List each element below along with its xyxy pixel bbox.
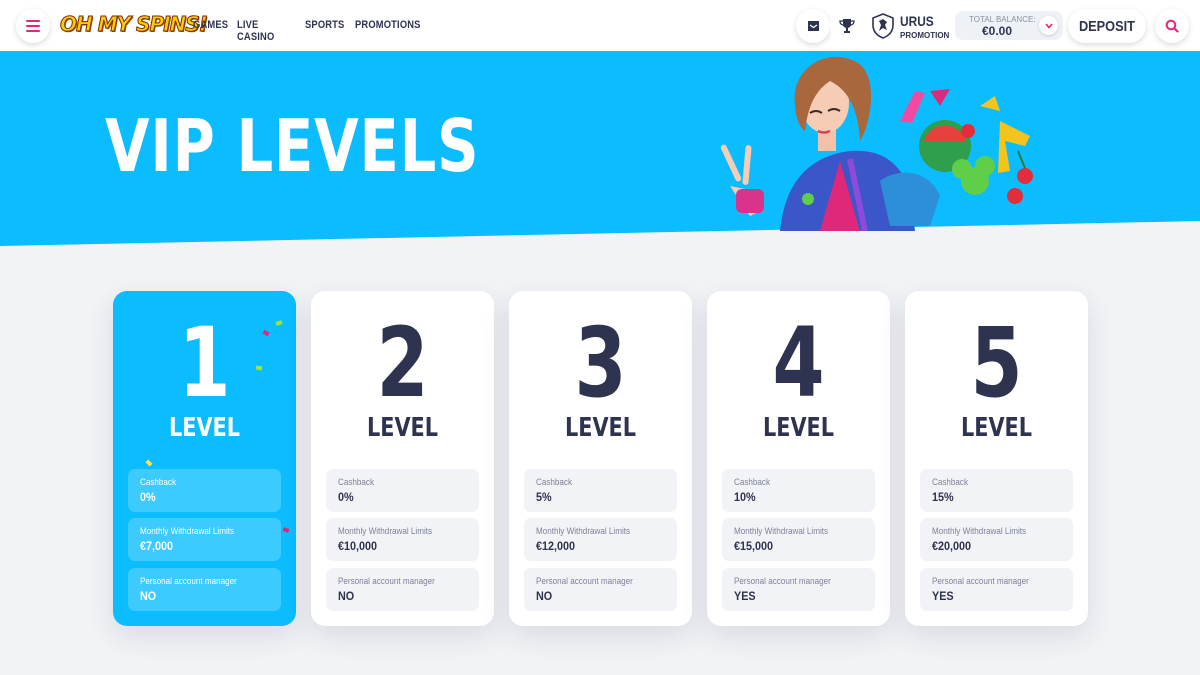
account-manager-label: Personal account manager: [140, 576, 237, 586]
withdrawal-limit-label: Monthly Withdrawal Limits: [734, 526, 829, 536]
withdrawal-limit-value: €20,000: [932, 539, 972, 553]
nav-games[interactable]: GAMES: [193, 19, 228, 43]
shield-rank-icon: [872, 13, 894, 39]
confetti-decoration: [145, 459, 153, 467]
withdrawal-limit-stat: Monthly Withdrawal Limits €12,000: [524, 518, 677, 561]
inbox-icon: [807, 21, 819, 31]
vip-level-card-4[interactable]: 4 LEVEL Cashback 10% Monthly Withdrawal …: [707, 291, 890, 626]
main-nav: GAMES LIVE CASINO SPORTS PROMOTIONS: [193, 19, 420, 43]
account-manager-stat: Personal account manager YES: [920, 568, 1073, 611]
vip-level-card-3[interactable]: 3 LEVEL Cashback 5% Monthly Withdrawal L…: [509, 291, 692, 626]
cashback-stat: Cashback 10%: [722, 469, 875, 512]
cashback-value: 10%: [734, 490, 756, 504]
vip-level-card-2[interactable]: 2 LEVEL Cashback 0% Monthly Withdrawal L…: [311, 291, 494, 626]
nav-promotions[interactable]: PROMOTIONS: [355, 19, 420, 43]
search-button[interactable]: [1155, 9, 1189, 43]
withdrawal-limit-stat: Monthly Withdrawal Limits €10,000: [326, 518, 479, 561]
withdrawal-limit-label: Monthly Withdrawal Limits: [536, 526, 631, 536]
level-number: 1: [178, 307, 231, 419]
withdrawal-limit-value: €10,000: [338, 539, 378, 553]
page-title: VIP LEVELS: [105, 104, 480, 188]
inbox-button[interactable]: [796, 9, 830, 43]
account-manager-label: Personal account manager: [734, 576, 831, 586]
user-status: PROMOTION: [900, 31, 950, 40]
confetti-decoration: [282, 527, 290, 533]
account-manager-label: Personal account manager: [536, 576, 633, 586]
cashback-label: Cashback: [932, 477, 969, 487]
account-manager-value: YES: [932, 589, 954, 603]
cashback-label: Cashback: [140, 477, 177, 487]
trophy-icon: [839, 19, 855, 33]
nav-live-casino[interactable]: LIVE CASINO: [237, 19, 285, 43]
cashback-value: 15%: [932, 490, 954, 504]
menu-button[interactable]: [16, 9, 50, 43]
balance-widget[interactable]: TOTAL BALANCE: €0.00: [955, 11, 1063, 40]
cashback-stat: Cashback 5%: [524, 469, 677, 512]
level-label: LEVEL: [366, 413, 439, 443]
deposit-button[interactable]: DEPOSIT: [1068, 9, 1146, 43]
top-header: OH MY SPINS! GAMES LIVE CASINO SPORTS PR…: [0, 0, 1200, 51]
level-label: LEVEL: [960, 413, 1033, 443]
cashback-stat: Cashback 15%: [920, 469, 1073, 512]
withdrawal-limit-value: €7,000: [140, 539, 174, 553]
withdrawal-limit-stat: Monthly Withdrawal Limits €20,000: [920, 518, 1073, 561]
user-name[interactable]: URUS: [900, 13, 934, 29]
cashback-stat: Cashback 0%: [326, 469, 479, 512]
account-manager-value: NO: [536, 589, 553, 603]
account-manager-value: NO: [140, 589, 157, 603]
cashback-label: Cashback: [734, 477, 771, 487]
chevron-down-icon: [1044, 22, 1053, 29]
vip-level-card-1[interactable]: 1 LEVEL Cashback 0% Monthly Withdrawal L…: [113, 291, 296, 626]
vip-level-card-5[interactable]: 5 LEVEL Cashback 15% Monthly Withdrawal …: [905, 291, 1088, 626]
cashback-value: 0%: [338, 490, 354, 504]
nav-sports[interactable]: SPORTS: [305, 19, 344, 43]
withdrawal-limit-stat: Monthly Withdrawal Limits €15,000: [722, 518, 875, 561]
level-number: 5: [970, 307, 1023, 419]
hero-character-illustration: [720, 56, 1033, 231]
account-manager-value: NO: [338, 589, 355, 603]
withdrawal-limit-value: €12,000: [536, 539, 576, 553]
balance-label: TOTAL BALANCE:: [969, 15, 1036, 24]
trophy-button[interactable]: [830, 9, 864, 43]
balance-toggle[interactable]: [1039, 16, 1058, 35]
hamburger-icon: [26, 20, 40, 32]
withdrawal-limit-stat: Monthly Withdrawal Limits €7,000: [128, 518, 281, 561]
withdrawal-limit-label: Monthly Withdrawal Limits: [338, 526, 433, 536]
balance-value: €0.00: [982, 24, 1013, 38]
cashback-stat: Cashback 0%: [128, 469, 281, 512]
withdrawal-limit-value: €15,000: [734, 539, 774, 553]
account-manager-stat: Personal account manager NO: [128, 568, 281, 611]
account-manager-stat: Personal account manager NO: [524, 568, 677, 611]
account-manager-stat: Personal account manager YES: [722, 568, 875, 611]
cashback-label: Cashback: [536, 477, 573, 487]
site-logo[interactable]: OH MY SPINS!: [60, 12, 209, 37]
cashback-value: 5%: [536, 490, 552, 504]
withdrawal-limit-label: Monthly Withdrawal Limits: [932, 526, 1027, 536]
level-number: 2: [376, 307, 429, 419]
search-icon: [1165, 19, 1179, 33]
level-label: LEVEL: [168, 413, 241, 443]
cashback-value: 0%: [140, 490, 156, 504]
deposit-label: DEPOSIT: [1079, 17, 1135, 35]
account-manager-label: Personal account manager: [338, 576, 435, 586]
account-manager-value: YES: [734, 589, 756, 603]
level-label: LEVEL: [564, 413, 637, 443]
level-number: 4: [772, 307, 825, 419]
withdrawal-limit-label: Monthly Withdrawal Limits: [140, 526, 235, 536]
confetti-decoration: [275, 320, 283, 326]
account-manager-label: Personal account manager: [932, 576, 1029, 586]
account-manager-stat: Personal account manager NO: [326, 568, 479, 611]
level-number: 3: [574, 307, 627, 419]
cashback-label: Cashback: [338, 477, 375, 487]
level-label: LEVEL: [762, 413, 835, 443]
